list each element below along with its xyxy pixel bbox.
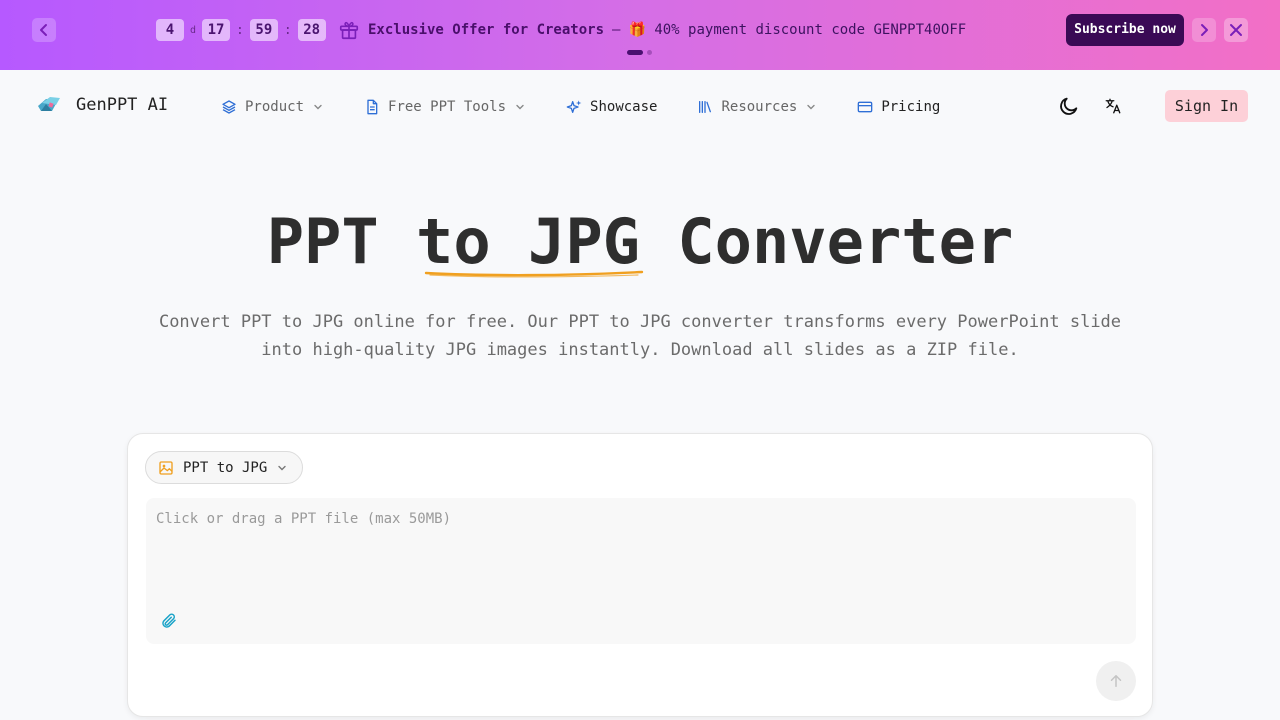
title-part: Converter <box>640 205 1014 278</box>
countdown-separator: : <box>236 22 244 38</box>
promo-close-button[interactable] <box>1224 18 1248 42</box>
brand-name: GenPPT AI <box>76 95 169 115</box>
brand-logo[interactable]: GenPPT AI <box>36 94 168 116</box>
credit-card-icon <box>857 101 873 113</box>
chevron-down-icon <box>516 104 524 110</box>
translate-icon <box>1105 98 1121 114</box>
chevron-down-icon <box>807 104 816 110</box>
promo-detail: 🎁 40% payment discount code GENPPT40OFF <box>628 22 967 38</box>
chevron-down-icon <box>278 465 286 470</box>
conversion-mode-select[interactable]: PPT to JPG <box>145 451 304 484</box>
nav-product-label: Product <box>245 99 305 115</box>
nav-resources-label: Resources <box>721 99 798 115</box>
promo-pagination <box>627 50 652 55</box>
file-dropzone[interactable]: Click or drag a PPT file (max 50MB) <box>146 498 1136 644</box>
promo-prev-button[interactable] <box>32 18 56 42</box>
chevron-right-icon <box>1201 24 1208 36</box>
promo-message: Exclusive Offer for Creators — 🎁 40% pay… <box>338 19 966 41</box>
nav-free-ppt-tools-label: Free PPT Tools <box>388 99 507 115</box>
nav-free-ppt-tools[interactable]: Free PPT Tools <box>364 97 526 117</box>
countdown-seconds: 28 <box>297 19 326 41</box>
promo-dash: — <box>612 22 621 38</box>
layers-icon <box>222 100 236 114</box>
nav-pricing[interactable]: Pricing <box>857 97 940 117</box>
sign-in-button[interactable]: Sign In <box>1165 90 1248 122</box>
dropzone-placeholder: Click or drag a PPT file (max 50MB) <box>156 511 452 527</box>
language-switcher[interactable] <box>1097 90 1129 122</box>
sparkles-icon <box>566 100 582 113</box>
theme-toggle[interactable] <box>1053 90 1085 122</box>
conversion-mode-label: PPT to JPG <box>183 459 268 476</box>
subscribe-button[interactable]: Subscribe now <box>1066 14 1184 46</box>
nav-showcase[interactable]: Showcase <box>566 97 657 117</box>
document-icon <box>367 99 378 115</box>
nav-resources[interactable]: Resources <box>697 97 817 117</box>
promo-dot-active[interactable] <box>627 50 643 55</box>
paperclip-icon[interactable] <box>160 612 178 630</box>
converter-card: PPT to JPG Click or drag a PPT file (max… <box>127 433 1153 717</box>
countdown-days-unit: d <box>190 24 197 36</box>
main-nav: Product Free PPT Tools Showcase Resource… <box>221 97 980 117</box>
nav-product[interactable]: Product <box>221 97 324 117</box>
site-header: GenPPT AI Product Free PPT Tools Showcas… <box>0 70 1280 142</box>
countdown-days: 4 <box>156 19 184 41</box>
nav-pricing-label: Pricing <box>881 99 941 115</box>
page-subtitle: Convert PPT to JPG online for free. Our … <box>158 312 1122 360</box>
gift-icon <box>339 21 359 40</box>
logo-icon <box>38 97 60 111</box>
countdown-minutes: 59 <box>249 19 278 41</box>
countdown-separator: : <box>283 22 292 38</box>
chevron-down-icon <box>314 104 322 110</box>
promo-next-button[interactable] <box>1192 18 1216 42</box>
promo-countdown: 4 d 17 : 59 : 28 <box>156 19 326 41</box>
title-underline-decoration <box>424 270 644 278</box>
header-actions: Sign In <box>1053 90 1248 122</box>
nav-showcase-label: Showcase <box>590 99 658 115</box>
moon-icon <box>1060 97 1078 115</box>
convert-submit-button[interactable] <box>1096 661 1136 701</box>
title-part: PPT <box>266 205 417 278</box>
promo-title: Exclusive Offer for Creators <box>368 22 605 38</box>
close-icon <box>1230 24 1242 36</box>
image-icon <box>159 460 173 475</box>
chevron-left-icon <box>40 24 47 36</box>
library-icon <box>699 101 712 113</box>
arrow-up-icon <box>1110 675 1122 687</box>
promo-banner: 4 d 17 : 59 : 28 Exclusive Offer for Cre… <box>0 0 1280 70</box>
countdown-hours: 17 <box>202 19 231 41</box>
promo-dot[interactable] <box>647 50 652 55</box>
